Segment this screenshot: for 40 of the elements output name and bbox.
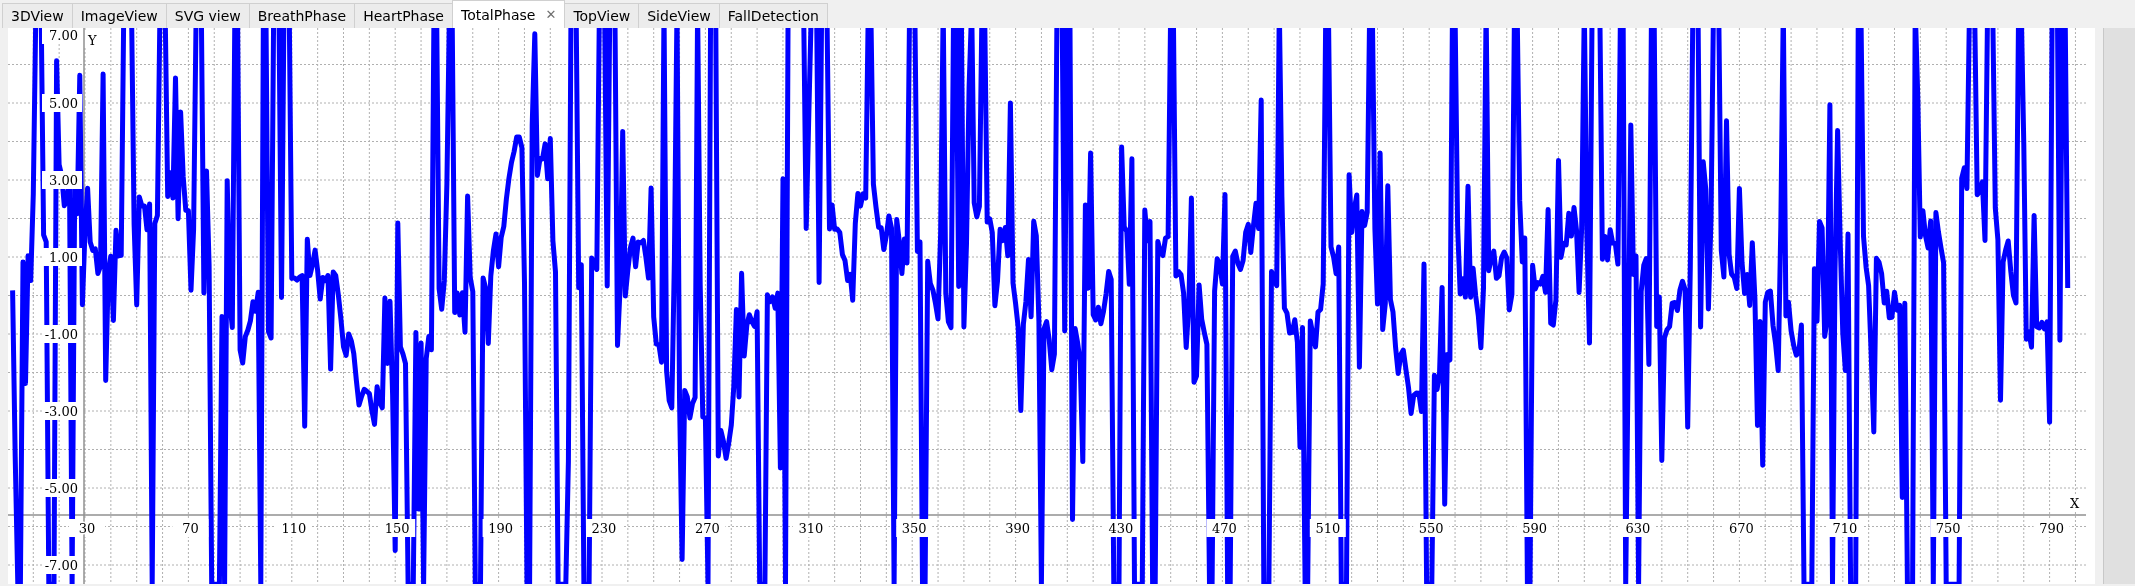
tab[interactable]: BreathPhase (248, 3, 356, 28)
x-tick-label: 270 (695, 521, 720, 536)
x-tick-label: 630 (1625, 521, 1651, 536)
y-tick-label: -3.00 (44, 404, 78, 419)
tab[interactable]: SVG view (165, 3, 250, 28)
y-tick-label: 3.00 (49, 173, 78, 188)
x-tick-label: 150 (384, 521, 410, 536)
tab[interactable]: FallDetection (718, 3, 828, 28)
x-tick-label: 670 (1729, 521, 1754, 536)
tab[interactable]: ImageView (71, 3, 167, 28)
x-tick-label: 70 (182, 521, 199, 536)
x-tick-label: 750 (1935, 521, 1961, 536)
x-tick-label: 470 (1212, 521, 1237, 536)
x-tick-label: 350 (901, 521, 927, 536)
close-button[interactable]: ✕ (545, 7, 557, 22)
x-tick-label: 790 (2039, 521, 2064, 536)
y-tick-label: -7.00 (44, 558, 78, 573)
y-tick-label: -1.00 (44, 327, 78, 342)
y-tick-label: 5.00 (49, 96, 78, 111)
tab[interactable]: SideView (638, 3, 720, 28)
x-tick-label: 510 (1315, 521, 1341, 536)
x-tick-label: 30 (78, 521, 96, 536)
tab[interactable]: TotalPhase ✕ (451, 0, 566, 28)
tab[interactable]: HeartPhase (354, 3, 453, 28)
tab[interactable]: TopView (564, 3, 640, 28)
x-tick-label: 710 (1832, 521, 1858, 536)
tab[interactable]: 3DView (2, 3, 73, 28)
x-tick-label: 310 (798, 521, 824, 536)
axis-label: X (2070, 496, 2080, 511)
x-tick-label: 590 (1522, 521, 1547, 536)
x-tick-label: 430 (1108, 521, 1134, 536)
x-tick-label: 110 (281, 521, 307, 536)
y-tick-label: -5.00 (44, 481, 78, 496)
y-tick-label: 7.00 (49, 28, 78, 43)
y-tick-label: 1.00 (49, 250, 78, 265)
x-tick-label: 390 (1005, 521, 1030, 536)
x-tick-label: 230 (591, 521, 617, 536)
x-tick-label: 190 (488, 521, 513, 536)
x-tick-label: 550 (1418, 521, 1444, 536)
axis-label: Y (88, 33, 97, 48)
